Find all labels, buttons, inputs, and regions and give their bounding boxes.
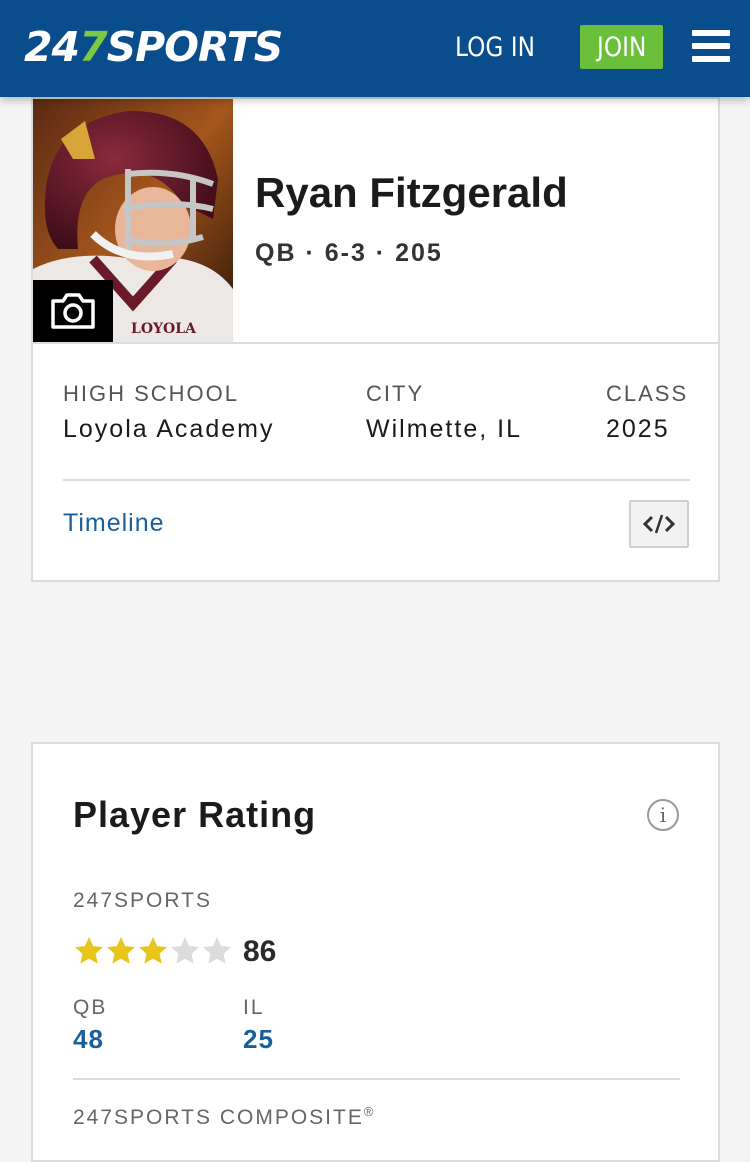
- divider: [63, 479, 690, 481]
- player-name: Ryan Fitzgerald: [255, 169, 568, 216]
- star-filled-icon: [139, 937, 167, 964]
- embed-button[interactable]: [629, 500, 689, 548]
- join-label: JOIN: [596, 31, 647, 63]
- state-rank-label: IL: [243, 996, 265, 1019]
- player-profile-card: LOYOLA Ryan Fitzgerald QB · 6-3 · 205 HI…: [31, 97, 720, 582]
- state-rank-value[interactable]: 25: [243, 1024, 274, 1055]
- position-rank-value[interactable]: 48: [73, 1024, 104, 1055]
- logo-number: 24: [24, 23, 80, 71]
- login-button[interactable]: LOG IN: [455, 28, 535, 68]
- divider: [73, 1078, 680, 1080]
- position-rank-label: QB: [73, 996, 108, 1019]
- star-filled-icon: [107, 937, 135, 964]
- player-rating-title: Player Rating: [73, 794, 317, 835]
- registered-mark: ®: [363, 1104, 374, 1119]
- site-logo[interactable]: 247SPORTS: [24, 22, 284, 72]
- rating-score: 86: [243, 935, 277, 968]
- logo-text: SPORTS: [106, 23, 284, 71]
- view-photos-button[interactable]: [33, 280, 113, 342]
- camera-icon: [51, 293, 95, 329]
- class-value: 2025: [606, 415, 670, 443]
- site-header: 247SPORTS LOG IN JOIN: [0, 0, 750, 97]
- divider: [33, 342, 718, 344]
- high-school-label: HIGH SCHOOL: [63, 381, 240, 406]
- player-photo[interactable]: LOYOLA: [33, 99, 233, 342]
- star-rating: [73, 935, 233, 969]
- composite-label-text: 247SPORTS COMPOSITE: [73, 1106, 364, 1129]
- info-icon[interactable]: i: [647, 799, 679, 831]
- composite-rating-label: 247SPORTS COMPOSITE®: [73, 1104, 373, 1130]
- timeline-link[interactable]: Timeline: [63, 509, 165, 538]
- star-empty-icon: [203, 937, 231, 964]
- hamburger-menu-icon[interactable]: [692, 30, 730, 62]
- city-label: CITY: [366, 381, 425, 406]
- star-empty-icon: [171, 937, 199, 964]
- code-embed-icon: [643, 514, 675, 534]
- svg-text:LOYOLA: LOYOLA: [131, 321, 197, 337]
- join-button[interactable]: JOIN: [580, 25, 663, 69]
- star-filled-icon: [75, 937, 103, 964]
- city-value: Wilmette, IL: [366, 415, 522, 443]
- player-position-size: QB · 6-3 · 205: [255, 239, 443, 267]
- logo-accent-number: 7: [79, 23, 108, 71]
- 247sports-rating-label: 247SPORTS: [73, 889, 213, 912]
- high-school-value[interactable]: Loyola Academy: [63, 415, 274, 444]
- class-label: CLASS: [606, 381, 689, 406]
- player-rating-card: Player Rating i 247SPORTS 86 QB 48 IL 25…: [31, 742, 720, 1162]
